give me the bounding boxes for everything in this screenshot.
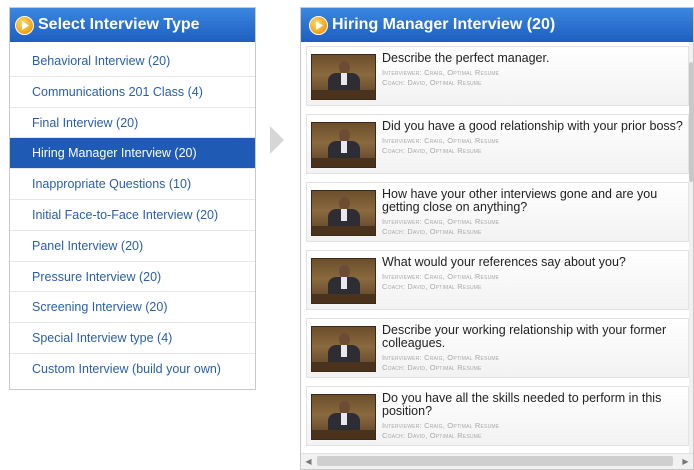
question-interviewer: Interviewer: Craig, Optimal Resume	[382, 353, 500, 362]
question-coach: Coach: David, Optimal Resume	[382, 282, 482, 291]
question-card[interactable]: Did you have a good relationship with yo…	[306, 114, 689, 174]
video-thumbnail[interactable]	[311, 122, 376, 168]
play-circle-icon	[309, 15, 328, 35]
interview-type-communications-201[interactable]: Communications 201 Class (4)	[10, 77, 255, 108]
question-title[interactable]: Do you have all the skills needed to per…	[382, 392, 688, 418]
vertical-scrollbar[interactable]	[689, 42, 693, 454]
interview-type-inappropriate-questions[interactable]: Inappropriate Questions (10)	[10, 169, 255, 200]
question-card[interactable]: Describe the perfect manager. Interviewe…	[306, 46, 689, 106]
interview-type-panel: Select Interview Type Behavioral Intervi…	[9, 7, 256, 390]
question-list: Describe the perfect manager. Interviewe…	[301, 42, 690, 454]
interview-type-screening[interactable]: Screening Interview (20)	[10, 292, 255, 324]
interview-type-behavioral[interactable]: Behavioral Interview (20)	[10, 46, 255, 77]
selection-arrow-icon	[270, 126, 284, 154]
question-interviewer: Interviewer: Craig, Optimal Resume	[382, 68, 500, 77]
question-coach: Coach: David, Optimal Resume	[382, 431, 482, 440]
question-card[interactable]: Describe your working relationship with …	[306, 318, 689, 378]
question-list-title: Hiring Manager Interview (20)	[332, 16, 556, 33]
question-coach: Coach: David, Optimal Resume	[382, 363, 482, 372]
question-coach: Coach: David, Optimal Resume	[382, 146, 482, 155]
horizontal-scrollbar-thumb[interactable]	[317, 456, 673, 466]
question-card[interactable]: How have your other interviews gone and …	[306, 182, 689, 242]
video-thumbnail[interactable]	[311, 394, 376, 440]
interview-type-initial-face-to-face[interactable]: Initial Face-to-Face Interview (20)	[10, 200, 255, 231]
question-title[interactable]: Did you have a good relationship with yo…	[382, 120, 688, 133]
question-title[interactable]: How have your other interviews gone and …	[382, 188, 688, 214]
video-thumbnail[interactable]	[311, 326, 376, 372]
question-interviewer: Interviewer: Craig, Optimal Resume	[382, 217, 500, 226]
question-title[interactable]: Describe the perfect manager.	[382, 52, 688, 65]
interview-type-final[interactable]: Final Interview (20)	[10, 108, 255, 139]
chevron-left-icon[interactable]: ◀	[301, 454, 316, 469]
question-card[interactable]: What would your references say about you…	[306, 250, 689, 310]
interview-type-pressure[interactable]: Pressure Interview (20)	[10, 262, 255, 293]
interview-type-title: Select Interview Type	[38, 16, 200, 33]
question-list-panel: Hiring Manager Interview (20) Describe t…	[300, 7, 694, 470]
question-coach: Coach: David, Optimal Resume	[382, 78, 482, 87]
question-interviewer: Interviewer: Craig, Optimal Resume	[382, 421, 500, 430]
question-title[interactable]: What would your references say about you…	[382, 256, 688, 269]
interview-type-panel[interactable]: Panel Interview (20)	[10, 231, 255, 262]
vertical-scrollbar-thumb[interactable]	[689, 62, 693, 182]
interview-type-special[interactable]: Special Interview type (4)	[10, 323, 255, 354]
interview-type-list: Behavioral Interview (20) Communications…	[10, 42, 255, 385]
question-interviewer: Interviewer: Craig, Optimal Resume	[382, 272, 500, 281]
horizontal-scrollbar[interactable]: ◀ ▶	[301, 453, 693, 469]
video-thumbnail[interactable]	[311, 258, 376, 304]
question-coach: Coach: David, Optimal Resume	[382, 227, 482, 236]
interview-type-custom[interactable]: Custom Interview (build your own)	[10, 354, 255, 385]
interview-type-header: Select Interview Type	[10, 8, 255, 42]
play-circle-icon	[15, 15, 34, 35]
question-list-header: Hiring Manager Interview (20)	[301, 8, 693, 42]
video-thumbnail[interactable]	[311, 54, 376, 100]
question-interviewer: Interviewer: Craig, Optimal Resume	[382, 136, 500, 145]
question-title[interactable]: Describe your working relationship with …	[382, 324, 688, 350]
question-card[interactable]: Do you have all the skills needed to per…	[306, 386, 689, 446]
chevron-right-icon[interactable]: ▶	[678, 454, 693, 469]
interview-type-hiring-manager[interactable]: Hiring Manager Interview (20)	[10, 138, 255, 170]
video-thumbnail[interactable]	[311, 190, 376, 236]
